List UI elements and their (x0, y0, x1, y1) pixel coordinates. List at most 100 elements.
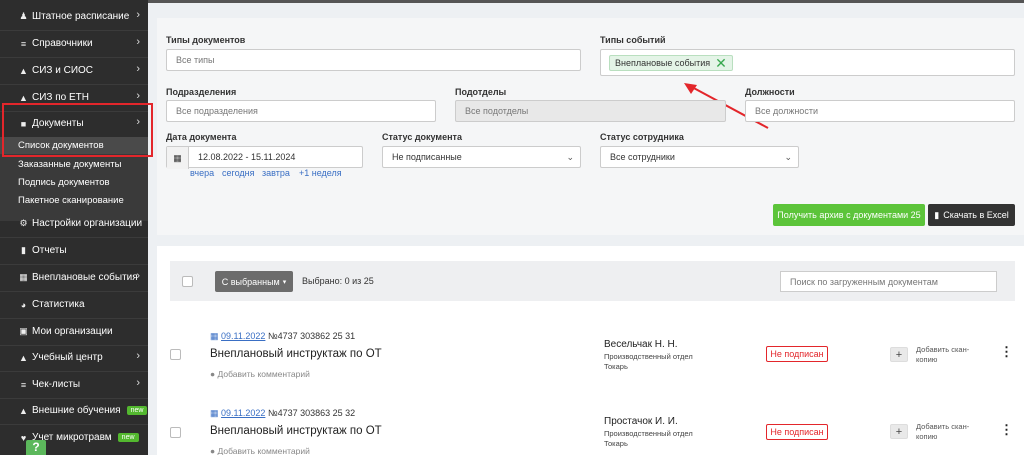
doc-types-select[interactable]: Все типы (166, 49, 581, 71)
sidebar-item-checklists[interactable]: ≡ Чек-листы › (0, 371, 148, 398)
employee-position: Токарь (604, 362, 628, 371)
quick-date-today[interactable]: сегодня (222, 168, 255, 178)
event-types-label: Типы событий (600, 35, 666, 45)
sidebar-item-label: Мои организации (32, 326, 113, 337)
doc-status-value: Не подписанные (392, 152, 462, 162)
new-badge: new (117, 433, 139, 442)
document-date-link[interactable]: 09.11.2022 (221, 408, 265, 418)
sidebar-item-unplanned-events[interactable]: ▦ Внеплановые события › (0, 264, 148, 291)
calendar-icon: ▦ (19, 272, 28, 282)
sidebar-item-training-center[interactable]: ▲ Учебный центр › (0, 344, 148, 371)
document-title[interactable]: Внеплановый инструктаж по ОТ (210, 425, 382, 437)
sidebar-item-label: Внешние обучения (32, 405, 121, 416)
departments-select[interactable]: Все подразделения (166, 100, 436, 122)
sidebar-item-statistics[interactable]: ◕ Статистика (0, 291, 148, 318)
submenu-item-batch-scanning[interactable]: Пакетное сканирование (0, 192, 148, 209)
submenu-item-sign-documents[interactable]: Подпись документов (0, 174, 148, 191)
with-selected-dropdown[interactable]: С выбранным ▾ (215, 271, 293, 292)
sidebar-item-staffing[interactable]: ♟ Штатное расписание › (0, 3, 148, 30)
sidebar-item-external-training[interactable]: ▲ Внешние обучения new (0, 397, 148, 424)
document-number: №4737 303863 25 32 (267, 408, 356, 418)
subdepartments-select[interactable]: Все подотделы (455, 100, 726, 122)
document-meta: ▦ 09.11.2022 №4737 303863 25 32 (210, 408, 355, 419)
add-comment-link[interactable]: ● Добавить комментарий (210, 369, 310, 379)
excel-file-icon: ▮ (934, 209, 940, 220)
users-icon: ♟ (19, 11, 28, 21)
calendar-icon[interactable]: ▦ (167, 147, 189, 169)
quick-date-tomorrow[interactable]: завтра (262, 168, 290, 178)
chevron-right-icon: › (136, 116, 140, 128)
employee-name: Простачок И. И. (604, 416, 678, 427)
help-button[interactable]: ? (26, 440, 46, 455)
checklist-icon: ≡ (20, 379, 27, 390)
submenu-item-ordered-documents[interactable]: Заказанные документы (0, 156, 148, 173)
sidebar-item-documents[interactable]: ■ Документы › (0, 110, 148, 137)
sidebar-item-ppe[interactable]: ▲ СИЗ и СИОС › (0, 57, 148, 84)
departments-label: Подразделения (166, 87, 237, 97)
select-all-checkbox[interactable] (182, 276, 193, 287)
chevron-right-icon: › (136, 377, 140, 389)
download-archive-button[interactable]: Получить архив с документами 25 (773, 204, 925, 226)
doc-status-select[interactable]: Не подписанные ⌄ (382, 146, 581, 168)
doc-date-range-input[interactable]: ▦ 12.08.2022 - 15.11.2024 (166, 146, 363, 169)
document-date-link[interactable]: 09.11.2022 (221, 331, 265, 341)
close-icon[interactable]: ✕ (715, 56, 727, 70)
chevron-right-icon: › (136, 90, 140, 102)
event-type-tag-label: Внеплановые события (615, 57, 711, 68)
sidebar-item-reports[interactable]: ▮ Отчеты (0, 237, 148, 264)
calendar-icon: ▦ (210, 331, 219, 341)
sidebar-item-label: Чек-листы (32, 379, 81, 390)
add-comment-label: Добавить комментарий (217, 369, 310, 379)
document-title[interactable]: Внеплановый инструктаж по ОТ (210, 348, 382, 360)
chevron-right-icon: › (136, 63, 140, 75)
status-badge: Не подписан (766, 346, 828, 362)
event-type-tag: Внеплановые события ✕ (609, 54, 733, 71)
row-checkbox[interactable] (170, 427, 181, 438)
doc-status-label: Статус документа (382, 132, 462, 142)
sidebar-item-microtrauma[interactable]: ♥ Учет микротравм new (0, 424, 148, 451)
employee-status-select[interactable]: Все сотрудники ⌄ (600, 146, 799, 168)
ppe-icon: ▲ (19, 65, 28, 76)
sidebar-item-my-organizations[interactable]: ▣ Мои организации (0, 318, 148, 345)
doc-types-label: Типы документов (166, 35, 246, 45)
more-options-icon[interactable]: ⋮ (1000, 423, 1013, 436)
add-comment-label: Добавить комментарий (217, 446, 310, 455)
status-badge: Не подписан (766, 424, 828, 440)
document-search-input[interactable]: Поиск по загруженным документам (780, 271, 997, 292)
employee-status-value: Все сотрудники (610, 152, 675, 162)
add-scan-button[interactable]: + (890, 347, 908, 362)
doc-date-label: Дата документа (166, 132, 237, 142)
sidebar-item-directories[interactable]: ≡ Справочники › (0, 30, 148, 57)
quick-date-week[interactable]: +1 неделя (299, 168, 342, 178)
document-number: №4737 303862 25 31 (267, 331, 356, 341)
sidebar-item-label: СИЗ и СИОС (32, 65, 94, 76)
quick-date-yesterday[interactable]: вчера (190, 168, 214, 178)
list-icon: ≡ (20, 38, 27, 49)
row-checkbox[interactable] (170, 349, 181, 360)
sidebar-item-org-settings[interactable]: ⚙ Настройки организации (0, 210, 148, 237)
sidebar-item-ppe-etn[interactable]: ▲ СИЗ по ЕТН › (0, 84, 148, 111)
add-scan-label[interactable]: Добавить скан- копию (916, 345, 969, 365)
briefcase-icon: ▣ (19, 326, 28, 336)
folder-icon: ■ (20, 118, 27, 129)
export-excel-button[interactable]: ▮ Скачать в Excel (928, 204, 1015, 226)
event-types-select[interactable]: Внеплановые события ✕ (600, 49, 1015, 76)
subdepartments-label: Подотделы (455, 87, 507, 97)
add-scan-label[interactable]: Добавить скан- копию (916, 422, 969, 442)
employee-status-label: Статус сотрудника (600, 132, 684, 142)
add-scan-label-line: копию (916, 355, 938, 364)
add-scan-label-line: Добавить скан- (916, 422, 970, 431)
sidebar-item-label: Отчеты (32, 245, 67, 256)
chevron-right-icon: › (136, 270, 140, 282)
submenu-item-document-list[interactable]: Список документов (0, 137, 148, 154)
sidebar-item-label: Штатное расписание (32, 11, 130, 22)
comment-icon: ● (210, 446, 216, 455)
with-selected-label: С выбранным (221, 276, 280, 287)
positions-select[interactable]: Все должности (745, 100, 1015, 122)
add-scan-button[interactable]: + (890, 424, 908, 439)
employee-name: Весельчак Н. Н. (604, 339, 678, 350)
graduation-cap-icon: ▲ (19, 405, 28, 416)
employee-department: Производственный отдел (604, 352, 693, 361)
add-comment-link[interactable]: ● Добавить комментарий (210, 446, 310, 455)
more-options-icon[interactable]: ⋮ (1000, 345, 1013, 358)
